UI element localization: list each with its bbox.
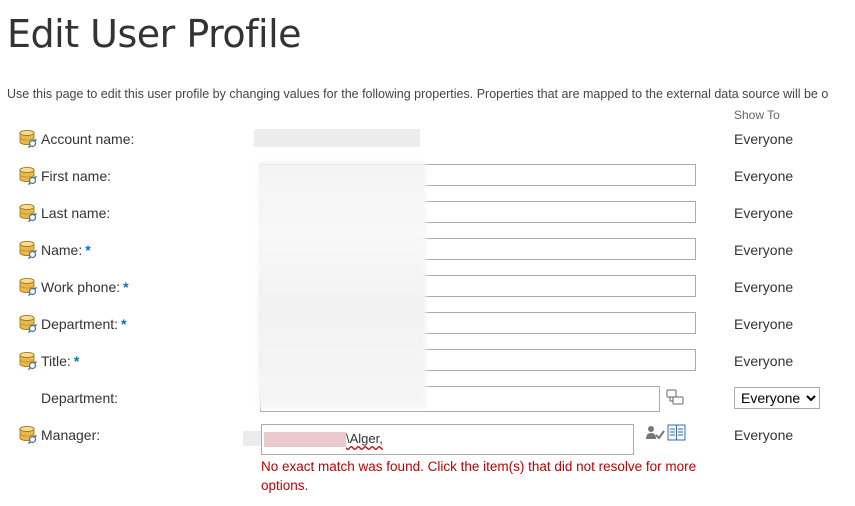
property-row-last-name: Last name: Everyone <box>0 201 855 231</box>
show-to-value: Everyone <box>734 205 794 221</box>
property-row-name: Name: * Everyone <box>0 238 855 268</box>
manager-error-message: No exact match was found. Click the item… <box>261 459 697 493</box>
property-label: Title: * <box>41 353 80 369</box>
database-icon <box>18 166 38 186</box>
required-marker: * <box>123 279 129 295</box>
required-marker: * <box>85 242 91 258</box>
show-to-value: Everyone <box>734 316 794 332</box>
required-marker: * <box>73 353 80 369</box>
department-privacy-select[interactable]: Everyone <box>734 387 820 409</box>
property-label: Last name: <box>41 205 111 221</box>
property-label: Department: <box>41 390 119 406</box>
property-label: First name: <box>41 168 112 184</box>
property-label: Work phone: * <box>41 279 129 295</box>
property-row-work-phone: Work phone: * Everyone <box>0 275 855 305</box>
show-to-value: Everyone <box>734 427 794 443</box>
property-row-department: Department: * Everyone <box>0 312 855 342</box>
database-icon <box>18 351 38 371</box>
database-icon <box>18 314 38 334</box>
show-to-value: Everyone <box>734 279 794 295</box>
property-row-title: Title: * Everyone <box>0 349 855 379</box>
property-row-first-name: First name: Everyone <box>0 164 855 194</box>
database-icon <box>18 277 38 297</box>
redaction-overlay <box>243 431 263 446</box>
database-icon <box>18 240 38 260</box>
manager-people-picker[interactable]: \Alger, <box>261 424 634 455</box>
database-icon <box>18 425 38 445</box>
show-to-value: Everyone <box>734 131 794 147</box>
property-label: Account name: <box>41 131 135 147</box>
page-description: Use this page to edit this user profile … <box>7 87 829 101</box>
address-book-icon[interactable] <box>667 424 686 441</box>
show-to-value: Everyone <box>734 168 794 184</box>
property-label: Manager: <box>41 427 101 443</box>
property-label: Department: * <box>41 316 127 332</box>
show-to-value: Everyone <box>734 242 794 258</box>
page-title: Edit User Profile <box>7 12 302 56</box>
required-marker: * <box>121 316 127 332</box>
term-picker-icon[interactable] <box>666 389 684 405</box>
redaction-overlay <box>264 432 346 448</box>
database-icon <box>18 203 38 223</box>
redaction-overlay <box>258 162 426 408</box>
database-icon <box>18 129 38 149</box>
show-to-header: Show To <box>734 108 780 122</box>
property-label: Name: * <box>41 242 91 258</box>
manager-unresolved-entity[interactable]: \Alger, <box>346 431 383 446</box>
property-row-account-name: Account name: Everyone <box>0 127 855 157</box>
account-name-value <box>254 129 420 147</box>
check-names-icon[interactable] <box>645 424 665 442</box>
property-row-department-term: Department: Everyone <box>0 386 855 416</box>
show-to-value: Everyone <box>734 353 794 369</box>
